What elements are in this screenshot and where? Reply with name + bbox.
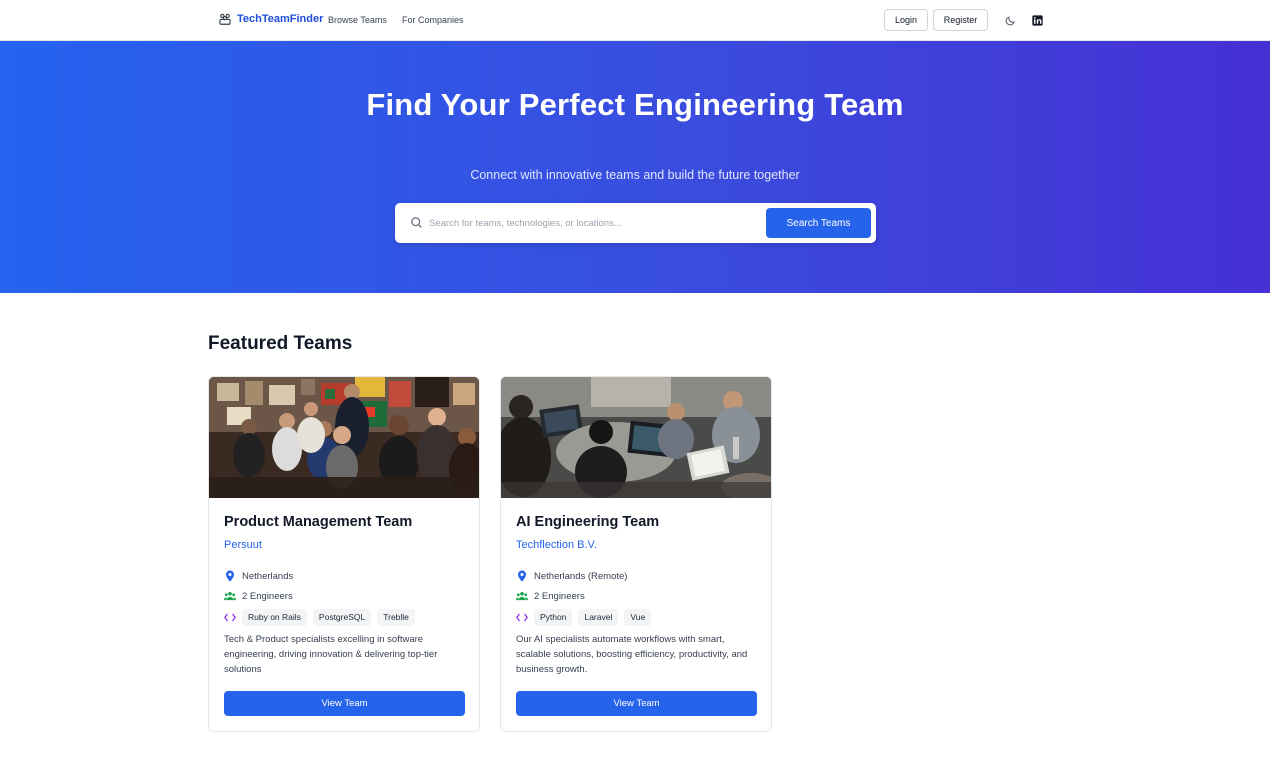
nav-browse-teams[interactable]: Browse Teams <box>328 15 387 25</box>
register-button[interactable]: Register <box>933 9 988 31</box>
top-navbar: TechTeamFinder Browse Teams For Companie… <box>0 0 1270 41</box>
linkedin-icon[interactable] <box>1030 13 1044 27</box>
tech-tag: Laravel <box>578 609 619 626</box>
people-icon <box>224 590 236 602</box>
moon-icon[interactable] <box>1003 13 1017 27</box>
engineers-row: 2 Engineers <box>516 590 585 602</box>
brand-name: TechTeamFinder <box>237 13 324 25</box>
location-row: Netherlands (Remote) <box>516 570 627 582</box>
location-text: Netherlands (Remote) <box>534 570 628 582</box>
tech-tag: Ruby on Rails <box>242 609 307 626</box>
location-text: Netherlands <box>242 570 294 582</box>
engineers-row: 2 Engineers <box>224 590 293 602</box>
login-button[interactable]: Login <box>884 9 928 31</box>
team-card-ai-engineering: AI Engineering Team Techflection B.V. Ne… <box>500 376 772 732</box>
search-icon <box>411 217 422 228</box>
card-description: Tech & Product specialists excelling in … <box>224 634 438 675</box>
view-team-button[interactable]: View Team <box>224 691 465 716</box>
team-photo <box>209 377 479 498</box>
card-description: Our AI specialists automate workflows wi… <box>516 634 748 675</box>
hero-subtitle: Connect with innovative teams and build … <box>470 168 800 182</box>
team-photo <box>501 377 771 498</box>
company-link[interactable]: Techflection B.V. <box>516 539 597 551</box>
code-icon <box>516 612 528 624</box>
card-title: Product Management Team <box>224 514 413 530</box>
card-title: AI Engineering Team <box>516 514 660 530</box>
tech-tags: Python Laravel Vue <box>516 609 652 626</box>
featured-teams-heading: Featured Teams <box>208 333 353 354</box>
location-pin-icon <box>516 570 528 582</box>
view-team-button[interactable]: View Team <box>516 691 757 716</box>
tech-tag: PostgreSQL <box>312 609 372 626</box>
code-icon <box>224 612 236 624</box>
search-teams-button[interactable]: Search Teams <box>766 208 871 238</box>
hero-section: Find Your Perfect Engineering Team Conne… <box>0 41 1270 293</box>
tech-tag: Python <box>534 609 573 626</box>
tech-tag: Vue <box>624 609 652 626</box>
team-card-product-management: Product Management Team Persuut Netherla… <box>208 376 480 732</box>
tech-tag: Treblle <box>377 609 415 626</box>
team-logo-icon <box>219 13 231 25</box>
company-link[interactable]: Persuut <box>224 539 262 551</box>
location-row: Netherlands <box>224 570 293 582</box>
people-icon <box>516 590 528 602</box>
engineers-count: 2 Engineers <box>534 590 585 602</box>
tech-tags: Ruby on Rails PostgreSQL Treblle <box>224 609 415 626</box>
location-pin-icon <box>224 570 236 582</box>
hero-title: Find Your Perfect Engineering Team <box>366 87 904 122</box>
search-input[interactable] <box>429 211 759 235</box>
brand-logo-link[interactable]: TechTeamFinder <box>218 12 323 26</box>
search-bar: Search Teams <box>395 203 876 243</box>
nav-for-companies[interactable]: For Companies <box>402 15 464 25</box>
engineers-count: 2 Engineers <box>242 590 293 602</box>
